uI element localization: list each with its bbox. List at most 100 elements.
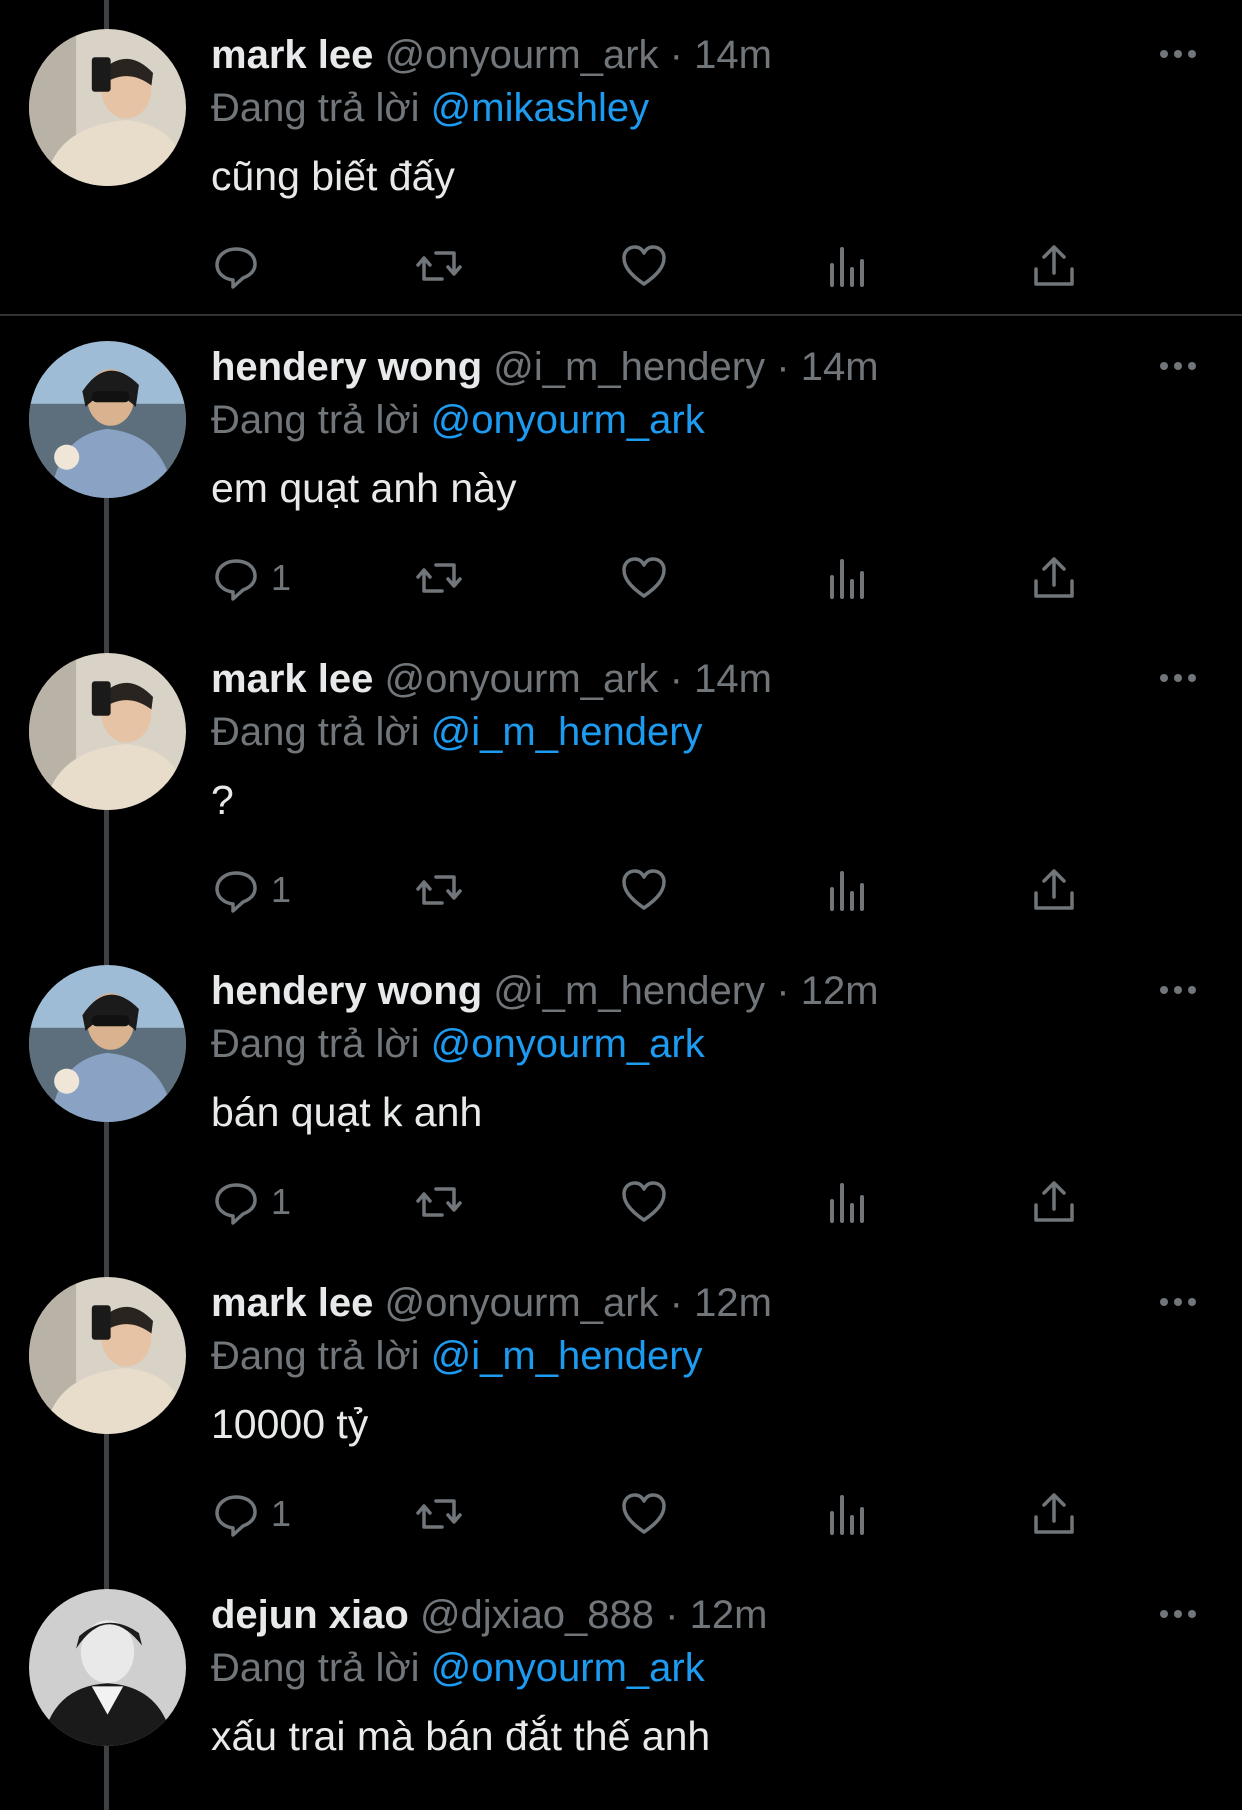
retweet-button[interactable] (414, 550, 464, 606)
share-button[interactable] (1029, 1486, 1079, 1542)
reply-count: 1 (271, 1493, 292, 1534)
more-options-button[interactable] (1158, 1604, 1198, 1624)
more-options-button[interactable] (1158, 356, 1198, 376)
more-options-button[interactable] (1158, 1292, 1198, 1312)
more-icon (1160, 1610, 1196, 1618)
user-handle[interactable]: @onyourm_ark (384, 1281, 658, 1325)
tweet-actions: 1 (211, 1174, 1111, 1230)
tweet-item[interactable]: mark lee @onyourm_ark · 14m Đang trả lời… (0, 0, 1242, 316)
replying-to: Đang trả lời @onyourm_ark (211, 392, 705, 448)
tweet-text: ? (211, 777, 234, 823)
display-name[interactable]: dejun xiao (211, 1593, 409, 1637)
replying-to-label: Đang trả lời (211, 1334, 420, 1378)
share-button[interactable] (1029, 1174, 1079, 1230)
mention-link[interactable]: @i_m_hendery (431, 1334, 703, 1378)
mention-link[interactable]: @onyourm_ark (431, 398, 705, 442)
views-icon (830, 871, 864, 911)
reply-button[interactable]: 1 (211, 862, 291, 918)
like-button[interactable] (619, 1174, 669, 1230)
user-handle[interactable]: @i_m_hendery (493, 969, 765, 1013)
reply-icon (215, 559, 257, 601)
more-options-button[interactable] (1158, 44, 1198, 64)
display-name[interactable]: hendery wong (211, 969, 482, 1013)
retweet-button[interactable] (414, 1174, 464, 1230)
retweet-button[interactable] (414, 238, 464, 294)
display-name[interactable]: mark lee (211, 657, 373, 701)
like-icon (622, 1493, 666, 1534)
tweet-text: 10000 tỷ (211, 1401, 369, 1447)
mention-link[interactable]: @onyourm_ark (431, 1022, 705, 1066)
like-button[interactable] (619, 862, 669, 918)
share-button[interactable] (1029, 862, 1079, 918)
timestamp[interactable]: 14m (694, 33, 772, 77)
avatar[interactable] (29, 1589, 186, 1746)
more-options-button[interactable] (1158, 668, 1198, 688)
user-handle[interactable]: @djxiao_888 (420, 1593, 654, 1637)
mention-link[interactable]: @onyourm_ark (431, 1646, 705, 1690)
tweet-header: mark lee @onyourm_ark · 12m (211, 1275, 772, 1331)
share-button[interactable] (1029, 550, 1079, 606)
reply-button[interactable]: 1 (211, 1486, 291, 1542)
thread-line (104, 1119, 109, 1248)
tweet-header: mark lee @onyourm_ark · 14m (211, 651, 772, 707)
reply-button[interactable]: 1 (211, 550, 291, 606)
views-icon (830, 1183, 864, 1223)
avatar[interactable] (29, 965, 186, 1122)
avatar[interactable] (29, 653, 186, 810)
display-name[interactable]: hendery wong (211, 345, 482, 389)
separator-dot: · (669, 657, 683, 701)
tweet-item[interactable]: mark lee @onyourm_ark · 14m Đang trả lời… (0, 624, 1242, 936)
replying-to-label: Đang trả lời (211, 398, 420, 442)
views-button[interactable] (823, 862, 873, 918)
tweet-text: cũng biết đấy (211, 153, 455, 199)
user-handle[interactable]: @i_m_hendery (493, 345, 765, 389)
user-handle[interactable]: @onyourm_ark (384, 33, 658, 77)
reply-button[interactable] (211, 238, 271, 294)
tweet-actions: 1 (211, 1486, 1111, 1542)
avatar-mark-lee-image (29, 653, 186, 810)
timestamp[interactable]: 14m (801, 345, 879, 389)
mention-link[interactable]: @mikashley (431, 86, 649, 130)
like-icon (622, 869, 666, 910)
views-button[interactable] (823, 238, 873, 294)
display-name[interactable]: mark lee (211, 1281, 373, 1325)
timestamp[interactable]: 12m (801, 969, 879, 1013)
user-handle[interactable]: @onyourm_ark (384, 657, 658, 701)
reply-icon (215, 1183, 257, 1225)
like-icon (622, 1181, 666, 1222)
views-button[interactable] (823, 550, 873, 606)
tweet-item[interactable]: hendery wong @i_m_hendery · 14m Đang trả… (0, 312, 1242, 624)
display-name[interactable]: mark lee (211, 33, 373, 77)
like-button[interactable] (619, 1486, 669, 1542)
more-icon (1160, 50, 1196, 58)
like-button[interactable] (619, 550, 669, 606)
retweet-icon (416, 251, 462, 281)
tweet-header: hendery wong @i_m_hendery · 12m (211, 963, 879, 1019)
tweet-item[interactable]: mark lee @onyourm_ark · 12m Đang trả lời… (0, 1248, 1242, 1560)
share-icon (1034, 1493, 1074, 1534)
separator-dot: · (669, 1281, 683, 1325)
more-icon (1160, 1298, 1196, 1306)
separator-dot: · (665, 1593, 679, 1637)
replying-to-label: Đang trả lời (211, 1646, 420, 1690)
retweet-button[interactable] (414, 1486, 464, 1542)
thread-line (104, 1431, 109, 1560)
more-options-button[interactable] (1158, 980, 1198, 1000)
tweet-item[interactable]: dejun xiao @djxiao_888 · 12m Đang trả lờ… (0, 1560, 1242, 1810)
avatar[interactable] (29, 341, 186, 498)
reply-button[interactable]: 1 (211, 1174, 291, 1230)
share-button[interactable] (1029, 238, 1079, 294)
retweet-button[interactable] (414, 862, 464, 918)
mention-link[interactable]: @i_m_hendery (431, 710, 703, 754)
avatar[interactable] (29, 29, 186, 186)
views-button[interactable] (823, 1486, 873, 1542)
timestamp[interactable]: 12m (694, 1281, 772, 1325)
reply-count: 1 (271, 1181, 292, 1222)
avatar[interactable] (29, 1277, 186, 1434)
tweet-thread: mark lee @onyourm_ark · 14m Đang trả lời… (0, 0, 1242, 1810)
timestamp[interactable]: 12m (690, 1593, 768, 1637)
views-button[interactable] (823, 1174, 873, 1230)
like-button[interactable] (619, 238, 669, 294)
timestamp[interactable]: 14m (694, 657, 772, 701)
tweet-item[interactable]: hendery wong @i_m_hendery · 12m Đang trả… (0, 936, 1242, 1248)
